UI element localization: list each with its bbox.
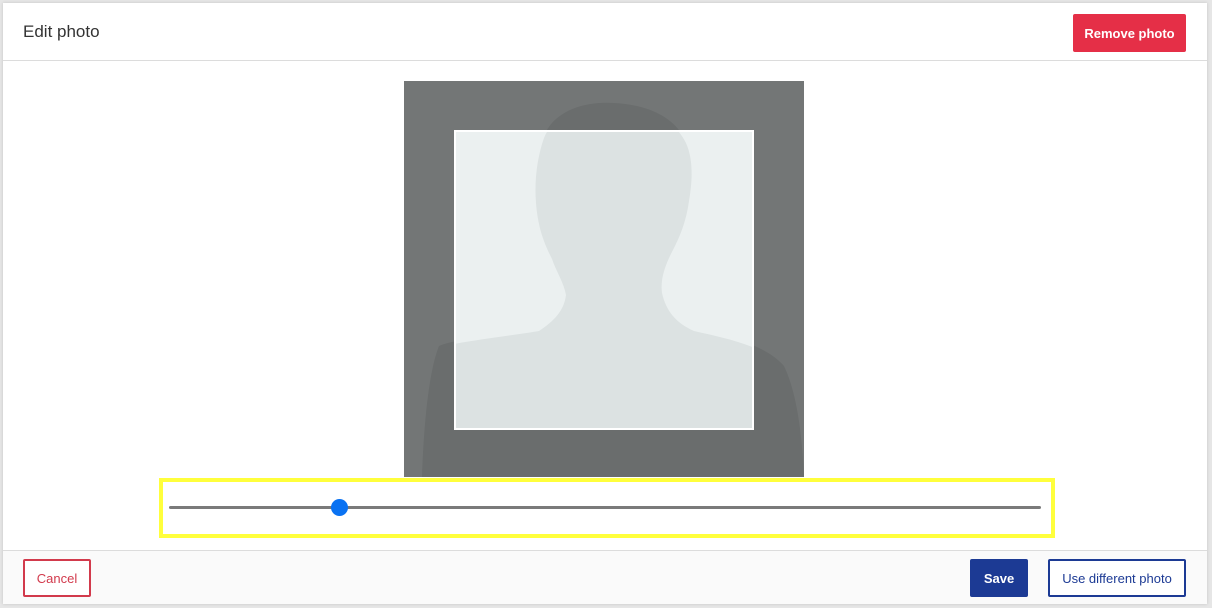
remove-photo-button[interactable]: Remove photo: [1073, 14, 1186, 52]
dialog-header: Edit photo Remove photo: [3, 3, 1207, 61]
zoom-slider-track[interactable]: [169, 506, 1041, 509]
edit-photo-dialog: Edit photo Remove photo Cancel Save Use …: [3, 3, 1207, 604]
dialog-title: Edit photo: [23, 22, 100, 41]
photo-preview: [404, 81, 804, 477]
zoom-slider-thumb[interactable]: [331, 499, 349, 516]
save-button[interactable]: Save: [970, 559, 1028, 597]
crop-area[interactable]: [454, 130, 754, 430]
cancel-button[interactable]: Cancel: [23, 559, 91, 597]
person-silhouette-icon: [456, 132, 752, 428]
photo-editor-area: [3, 62, 1207, 550]
use-different-photo-button[interactable]: Use different photo: [1048, 559, 1186, 597]
zoom-slider-container: [159, 478, 1055, 538]
dialog-footer: Cancel Save Use different photo: [3, 550, 1207, 604]
